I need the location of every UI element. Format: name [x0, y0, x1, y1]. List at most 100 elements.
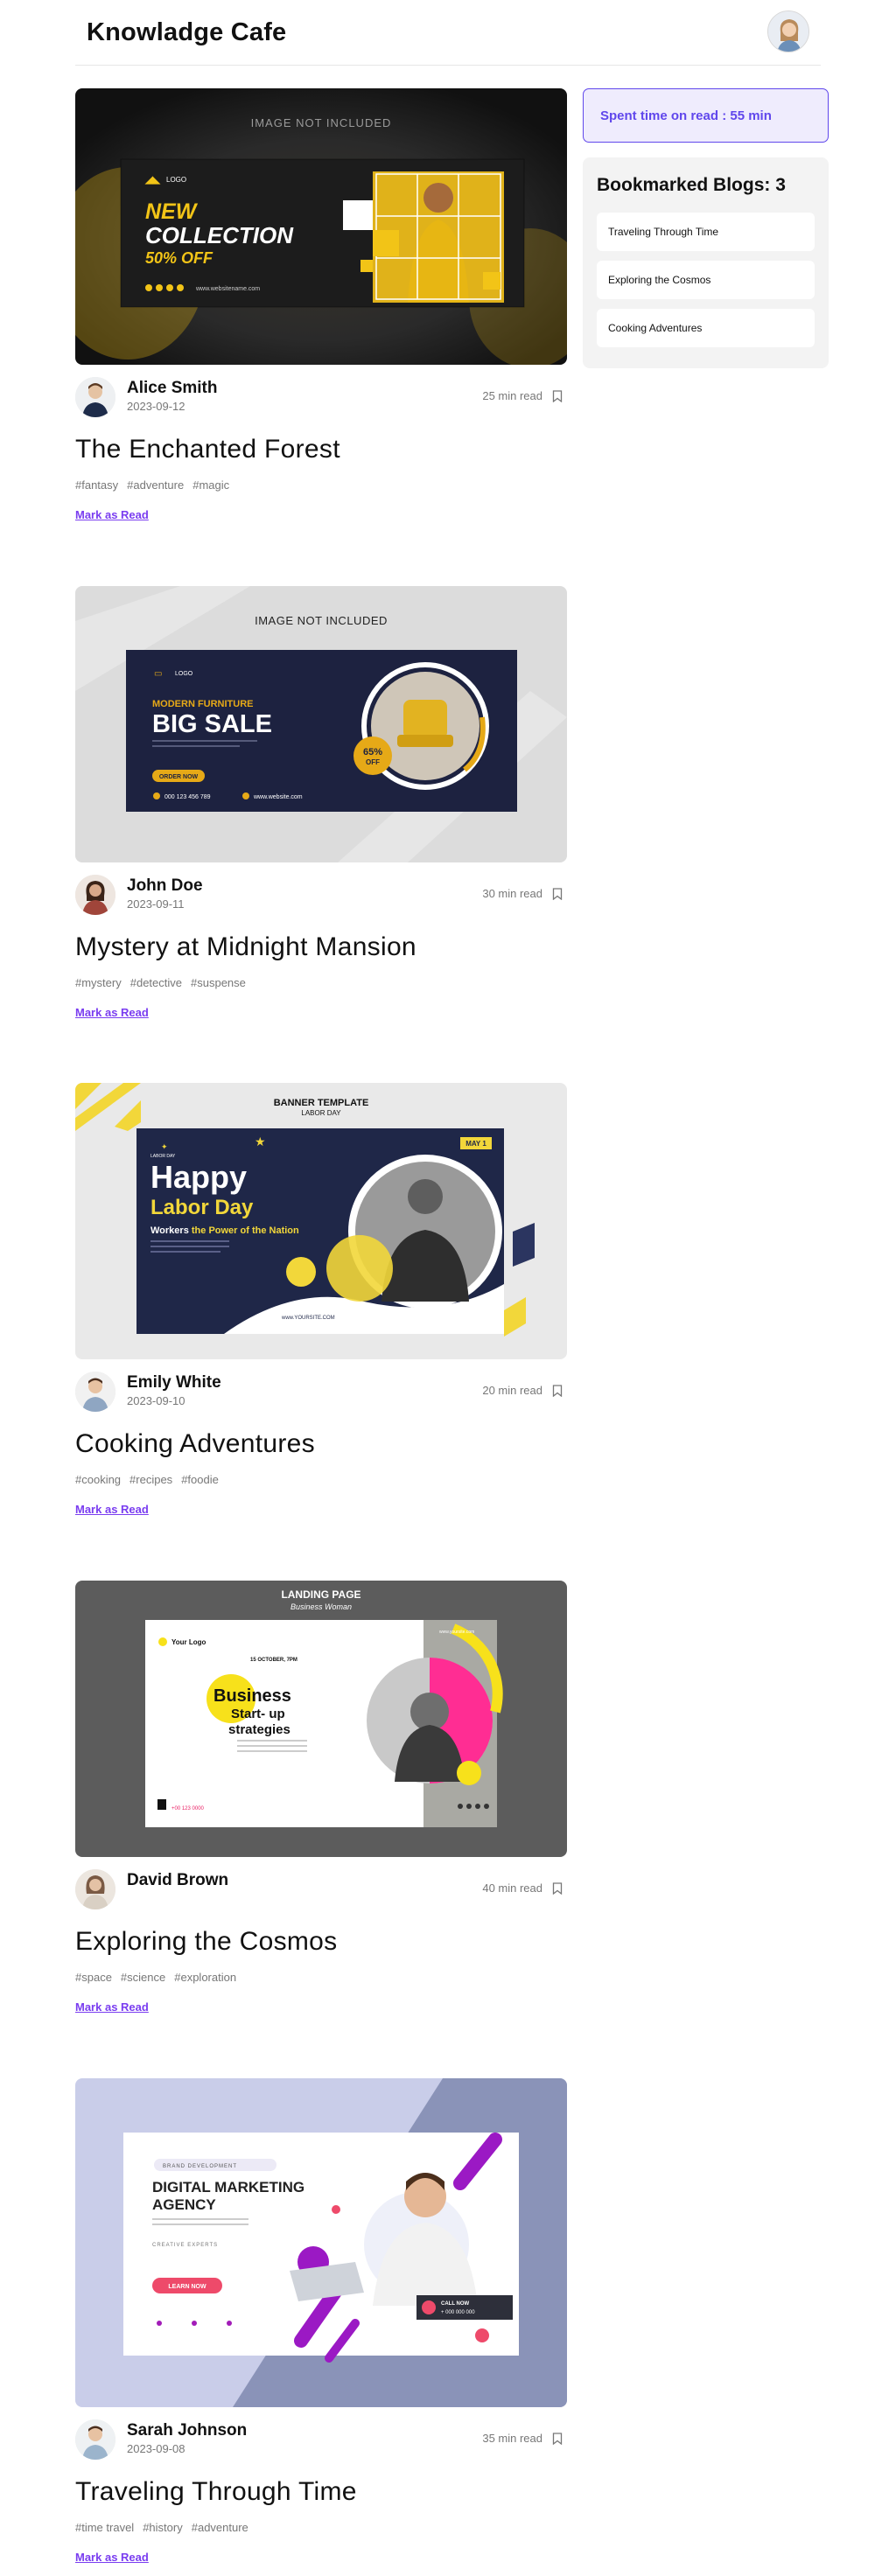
blog-title: Traveling Through Time	[75, 2477, 357, 2506]
tag: #adventure	[191, 2521, 248, 2534]
blog-title: The Enchanted Forest	[75, 435, 340, 464]
blog-title: Exploring the Cosmos	[75, 1927, 338, 1956]
cover-cta: ORDER NOW	[159, 774, 199, 780]
tag-list: #cooking #recipes #foodie	[75, 1473, 567, 1486]
svg-text:Workers the Power of the Natio: Workers the Power of the Nation	[150, 1225, 299, 1236]
bookmark-icon	[552, 2433, 563, 2445]
cover-site: www.yoursite.com	[439, 1630, 474, 1635]
blog-cover-image: IMAGE NOT INCLUDED ◢◣ LOGO NEW COLLECTIO…	[75, 88, 567, 365]
author-row: Sarah Johnson 2023-09-08 35 min read	[75, 2419, 567, 2474]
cover-header2: LABOR DAY	[301, 1109, 341, 1117]
blog-title: Mystery at Midnight Mansion	[75, 932, 416, 961]
tag: #exploration	[174, 1971, 237, 1984]
cover-line1: Business	[214, 1686, 291, 1706]
read-time: 40 min read	[482, 1881, 542, 1895]
cover-date-badge: MAY 1	[466, 1140, 486, 1148]
bookmark-item[interactable]: Exploring the Cosmos	[597, 261, 815, 299]
blog-title: Cooking Adventures	[75, 1429, 315, 1458]
cover-line2: AGENCY	[152, 2196, 216, 2213]
mark-as-read-link[interactable]: Mark as Read	[75, 508, 149, 521]
blog-card: IMAGE NOT INCLUDED ▭ LOGO MODERN FURNITU…	[75, 586, 567, 1021]
author-name: David Brown	[127, 1871, 229, 1889]
tag: #foodie	[181, 1473, 219, 1486]
blog-card: BANNER TEMPLATE LABOR DAY ✦ LABOR DAY ★ …	[75, 1083, 567, 1518]
bookmark-item[interactable]: Traveling Through Time	[597, 213, 815, 251]
blog-card: BRAND DEVELOPMENT DIGITAL MARKETING AGEN…	[75, 2078, 567, 2566]
cover-line3: strategies	[228, 1722, 290, 1737]
author-avatar	[75, 1372, 116, 1412]
cover-line1: MODERN FURNITURE	[152, 699, 254, 709]
bookmarks-title: Bookmarked Blogs: 3	[597, 175, 786, 195]
tag-list: #space #science #exploration	[75, 1971, 567, 1984]
bookmark-icon	[552, 1385, 563, 1397]
tag: #suspense	[191, 976, 246, 989]
cover-header1: LANDING PAGE	[281, 1588, 360, 1601]
author-row: David Brown 40 min read	[75, 1869, 567, 1923]
tag: #cooking	[75, 1473, 122, 1486]
tag: #detective	[130, 976, 182, 989]
cover-header2: Business Woman	[290, 1602, 352, 1611]
cover-site: www.websitename.com	[195, 286, 260, 292]
tag: #science	[120, 1971, 166, 1984]
cover-line1: DIGITAL MARKETING	[152, 2179, 304, 2196]
cover-line2: Labor Day	[150, 1196, 254, 1219]
bookmark-icon	[552, 888, 563, 900]
cover-line3b: the Power of the Nation	[192, 1225, 299, 1236]
cover-logo: LOGO	[175, 671, 193, 677]
author-avatar	[75, 1869, 116, 1909]
tag-list: #mystery #detective #suspense	[75, 976, 567, 989]
post-date: 2023-09-08	[127, 2442, 186, 2455]
mark-as-read-link[interactable]: Mark as Read	[75, 1006, 149, 1019]
cover-logo: LOGO	[166, 176, 186, 184]
bookmark-button[interactable]	[548, 884, 567, 904]
blog-cover-image: BRAND DEVELOPMENT DIGITAL MARKETING AGEN…	[75, 2078, 567, 2407]
read-time: 25 min read	[482, 389, 542, 402]
post-date: 2023-09-12	[127, 400, 186, 413]
cover-cta: LEARN NOW	[168, 2284, 206, 2290]
tag: #fantasy	[75, 478, 119, 492]
read-time: 30 min read	[482, 887, 542, 900]
cover-line2: BIG SALE	[152, 710, 272, 738]
tag: #mystery	[75, 976, 122, 989]
cover-badge-top: 65%	[363, 747, 382, 757]
cover-date: 15 OCTOBER, 7PM	[250, 1658, 298, 1663]
cover-line2: COLLECTION	[145, 222, 294, 248]
author-row: Emily White 2023-09-10 20 min read	[75, 1372, 567, 1426]
svg-text:▭: ▭	[154, 669, 162, 679]
read-time: 20 min read	[482, 1384, 542, 1397]
bookmark-item[interactable]: Cooking Adventures	[597, 309, 815, 347]
user-avatar[interactable]	[767, 10, 809, 52]
tag-list: #fantasy #adventure #magic	[75, 478, 567, 492]
bookmark-button[interactable]	[548, 387, 567, 406]
bookmark-button[interactable]	[548, 2429, 567, 2448]
bookmarks-panel: Bookmarked Blogs: 3 Traveling Through Ti…	[583, 157, 829, 368]
svg-text:◢◣: ◢◣	[144, 175, 160, 185]
svg-text:★: ★	[255, 1134, 266, 1148]
site-brand[interactable]: Knowladge Cafe	[87, 18, 286, 47]
author-avatar	[75, 377, 116, 417]
author-row: John Doe 2023-09-11 30 min read	[75, 875, 567, 929]
bookmark-button[interactable]	[548, 1381, 567, 1400]
user-avatar-icon	[768, 11, 808, 52]
blog-cover-image: LANDING PAGE Business Woman Your Logo 15…	[75, 1581, 567, 1857]
post-date: 2023-09-10	[127, 1394, 186, 1407]
cover-line1: NEW	[145, 199, 199, 224]
author-avatar	[75, 875, 116, 915]
cover-line3a: Workers	[150, 1225, 189, 1236]
mark-as-read-link[interactable]: Mark as Read	[75, 1503, 149, 1516]
blog-cover-image: BANNER TEMPLATE LABOR DAY ✦ LABOR DAY ★ …	[75, 1083, 567, 1359]
cover-watermark: IMAGE NOT INCLUDED	[251, 116, 392, 129]
author-row: Alice Smith 2023-09-12 25 min read	[75, 377, 567, 431]
mark-as-read-link[interactable]: Mark as Read	[75, 2000, 149, 2014]
author-name: Sarah Johnson	[127, 2421, 248, 2440]
cover-line1: Happy	[150, 1159, 247, 1195]
cover-logo: Your Logo	[172, 1638, 206, 1646]
spent-time-box: Spent time on read : 55 min	[583, 88, 829, 143]
cover-phone: 000 123 456 789	[164, 794, 211, 800]
mark-as-read-link[interactable]: Mark as Read	[75, 2551, 149, 2564]
bookmark-button[interactable]	[548, 1879, 567, 1898]
author-name: Emily White	[127, 1373, 221, 1392]
blog-card: LANDING PAGE Business Woman Your Logo 15…	[75, 1581, 567, 2015]
tag: #adventure	[127, 478, 185, 492]
cover-call: CALL NOW	[441, 2301, 470, 2307]
